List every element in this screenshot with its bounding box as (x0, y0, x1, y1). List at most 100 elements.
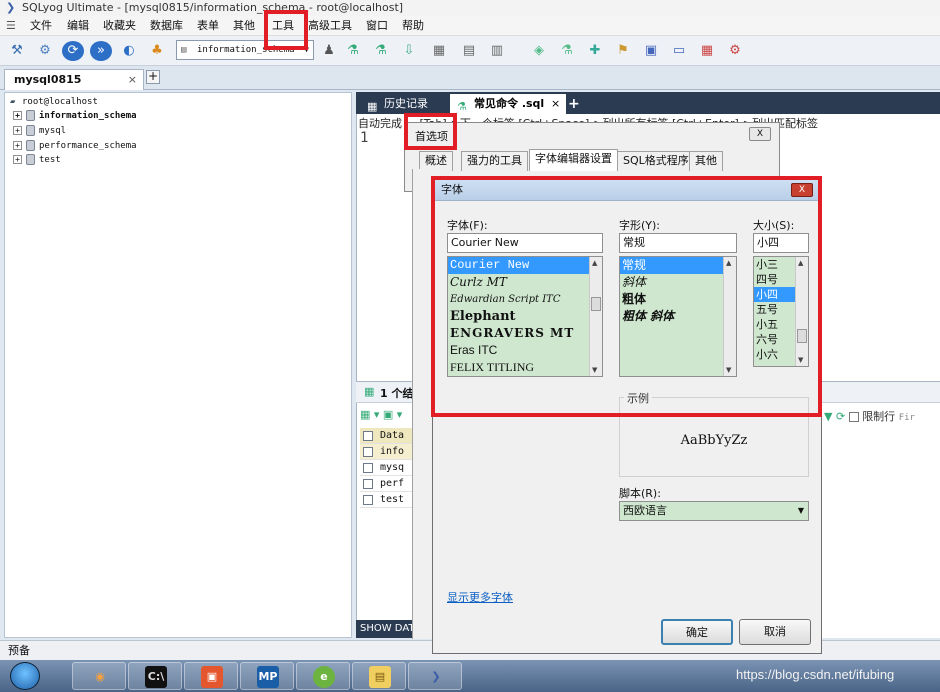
table-row[interactable]: info (360, 444, 420, 460)
tree-root[interactable]: ▰ root@localhost (10, 96, 98, 108)
filter-icon[interactable]: ▼ (824, 410, 832, 423)
expand-icon[interactable]: + (13, 126, 22, 135)
result-options: ▼ ⟳ 限制行 Fir (824, 408, 915, 424)
cell: test (380, 494, 405, 505)
tree-item-information-schema[interactable]: + information_schema (13, 110, 137, 122)
user-manager-icon[interactable]: ♣ (146, 41, 168, 61)
row-checkbox[interactable] (363, 479, 373, 489)
import-icon[interactable]: ⇩ (398, 41, 420, 61)
menu-database[interactable]: 数据库 (150, 19, 183, 33)
menu-favorites[interactable]: 收藏夹 (103, 19, 136, 33)
tree-item-test[interactable]: + test (13, 154, 61, 166)
limit-label: 限制行 (862, 410, 896, 423)
menu-advanced-tools[interactable]: 高级工具 (308, 19, 352, 33)
expand-icon[interactable]: + (13, 155, 22, 164)
tab-sql-formatter[interactable]: SQL格式程序 (617, 151, 695, 171)
tab-font-editor-settings[interactable]: 字体编辑器设置 (529, 149, 618, 171)
job-icon[interactable]: ▣ (640, 41, 662, 61)
doc-icon[interactable]: ☰ (6, 19, 16, 33)
row-checkbox[interactable] (363, 495, 373, 505)
new-connection-icon[interactable]: ⚒ (6, 41, 28, 61)
script-select-value: 西欧语言 (623, 504, 667, 517)
menu-other[interactable]: 其他 (233, 19, 255, 33)
tab-history[interactable]: ▦ 历史记录 (360, 94, 436, 114)
compare-icon[interactable]: ✚ (584, 41, 606, 61)
cancel-button[interactable]: 取消 (739, 619, 811, 645)
table-icon[interactable]: ▦ (428, 41, 450, 61)
row-checkbox[interactable] (363, 431, 373, 441)
expand-icon[interactable]: + (13, 111, 22, 120)
ok-button[interactable]: 确定 (661, 619, 733, 645)
database-icon (26, 110, 35, 121)
table-row[interactable]: test (360, 492, 420, 508)
table-row[interactable]: perf (360, 476, 420, 492)
script-label: 脚本(R): (619, 487, 661, 500)
menu-table[interactable]: 表单 (197, 19, 219, 33)
tab-power-tools[interactable]: 强力的工具 (461, 151, 528, 171)
backup-icon[interactable]: ⚗ (370, 41, 392, 61)
close-icon[interactable]: × (551, 94, 560, 114)
browser-icon: e (313, 666, 335, 688)
query-builder-icon[interactable]: ♟ (318, 41, 340, 61)
report-icon[interactable]: ⚙ (724, 41, 746, 61)
table-row[interactable]: mysq (360, 460, 420, 476)
tab-overview[interactable]: 概述 (419, 151, 453, 171)
highlight-preferences-title (404, 113, 457, 150)
limit-checkbox[interactable] (848, 412, 859, 422)
chevron-down-icon: ▼ (797, 506, 804, 515)
add-connection-tab-button[interactable]: + (146, 70, 160, 84)
menu-file[interactable]: 文件 (30, 19, 52, 33)
tab-common-commands[interactable]: ⚗ 常见命令 .sql × (450, 94, 567, 114)
schedule-icon[interactable]: ▦ (696, 41, 718, 61)
add-query-tab-button[interactable]: + (562, 94, 586, 114)
taskbar-app-recorder[interactable]: ▣ (184, 662, 238, 690)
highlight-tools-menu (264, 10, 308, 50)
table-data-icon[interactable]: ▤ (458, 41, 480, 61)
tab-other[interactable]: 其他 (689, 151, 723, 171)
tree-item-performance-schema[interactable]: + performance_schema (13, 140, 137, 152)
monitor-icon[interactable]: ▭ (668, 41, 690, 61)
row-checkbox[interactable] (363, 447, 373, 457)
schema-designer-icon[interactable]: ⚗ (342, 41, 364, 61)
taskbar-app-browser[interactable]: e (296, 662, 350, 690)
tree-item-mysql[interactable]: + mysql (13, 125, 66, 137)
table-row[interactable]: Data (360, 428, 420, 444)
table-copy-icon[interactable]: ▥ (486, 41, 508, 61)
tag-icon[interactable]: ◈ (528, 41, 550, 61)
expand-icon[interactable]: + (13, 141, 22, 150)
sync-icon[interactable]: ⚗ (556, 41, 578, 61)
query-tabbar: ▦ 历史记录 ⚗ 常见命令 .sql × + (356, 92, 940, 114)
refresh-results-icon[interactable]: ⟳ (836, 410, 845, 423)
app-icon: ❯ (6, 1, 16, 14)
connect-icon[interactable]: ⚙ (34, 41, 56, 61)
window-titlebar: ❯ SQLyog Ultimate - [mysql0815/informati… (0, 0, 940, 16)
result-toolbar-icons[interactable]: ▦ ▾ ▣ ▾ (360, 408, 402, 421)
stop-icon[interactable]: ◐ (118, 41, 140, 61)
result-grid: Data info mysq perf test (360, 428, 420, 508)
taskbar-app-mp[interactable]: MP (240, 662, 294, 690)
taskbar-app-explorer[interactable]: ▤ (352, 662, 406, 690)
menu-window[interactable]: 窗口 (366, 19, 388, 33)
script-select[interactable]: 西欧语言 ▼ (619, 501, 809, 521)
menu-help[interactable]: 帮助 (402, 19, 424, 33)
tree-item-label: mysql (39, 126, 67, 136)
taskbar-app-cmd[interactable]: C:\ (128, 662, 182, 690)
refresh-icon[interactable]: ⟳ (62, 41, 84, 61)
menu-bar: ☰ 文件 编辑 收藏夹 数据库 表单 其他 工具 高级工具 窗口 帮助 (0, 16, 940, 36)
database-icon (26, 154, 35, 165)
taskbar-app-sqlyog[interactable]: ❯ (408, 662, 462, 690)
close-icon[interactable]: × (128, 70, 137, 90)
history-icon: ▦ (367, 100, 378, 113)
start-button[interactable] (10, 662, 40, 690)
migrate-icon[interactable]: ⚑ (612, 41, 634, 61)
connection-tab[interactable]: mysql0815 × (4, 69, 144, 90)
highlight-font-settings (431, 176, 822, 417)
menu-edit[interactable]: 编辑 (67, 19, 89, 33)
taskbar-app-firefox[interactable]: ◉ (72, 662, 126, 690)
row-checkbox[interactable] (363, 463, 373, 473)
recorder-icon: ▣ (201, 666, 223, 688)
execute-icon[interactable]: » (90, 41, 112, 61)
cell: info (380, 446, 405, 457)
close-icon[interactable]: X (749, 127, 771, 141)
show-more-fonts-link[interactable]: 显示更多字体 (447, 589, 513, 605)
